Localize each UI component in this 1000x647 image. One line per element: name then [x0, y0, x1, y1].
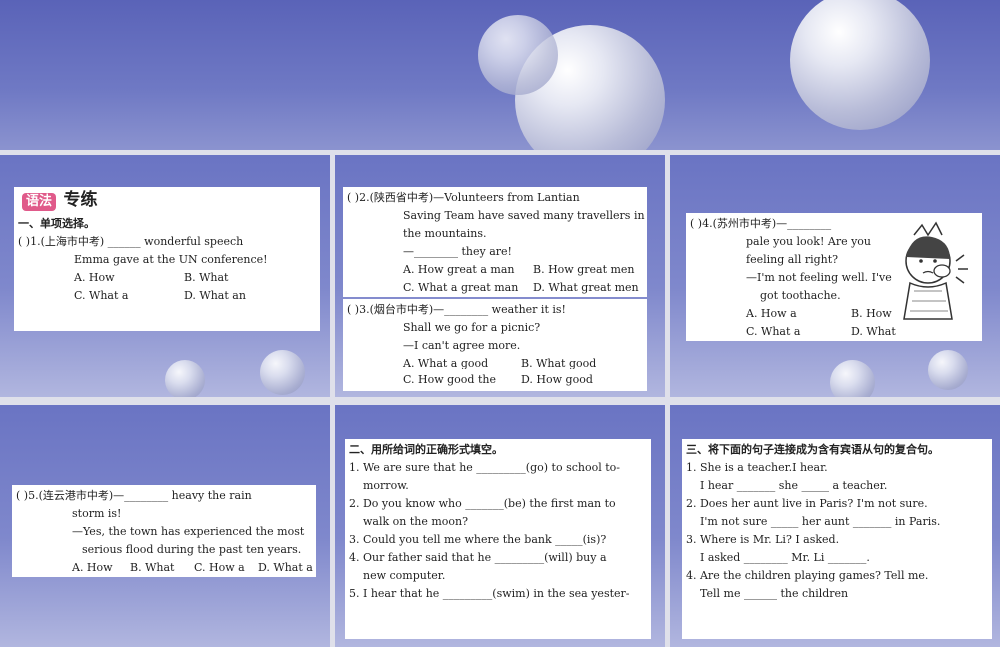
- page-title: 专练: [63, 190, 98, 210]
- option-c: C. How good the: [403, 373, 496, 386]
- slide-thumbnail-4[interactable]: ( )5.(连云港市中考)—________ heavy the rain st…: [0, 405, 330, 647]
- question-1: ( )1.(上海市中考) ______ wonderful speech: [18, 235, 244, 248]
- girl-toothache-illustration: [903, 221, 968, 320]
- question-2: ( )2.(陕西省中考)—Volunteers from Lantian: [347, 191, 580, 204]
- sentence-combine-card: 三、将下面的句子连接成为含有宾语从句的复合句。 1. She is a teac…: [682, 439, 992, 639]
- decorative-sphere-small: [478, 15, 558, 95]
- decorative-sphere: [260, 350, 305, 395]
- slide-thumbnail-3[interactable]: ( )4.(苏州市中考)—________ pale you look! Are…: [670, 155, 1000, 397]
- decorative-sphere: [165, 360, 205, 397]
- option-b: B. What: [184, 271, 229, 284]
- option-d: D. What an: [184, 289, 246, 302]
- option-a: A. How a: [746, 307, 797, 320]
- question-card-overflow: C. How good the D. How good: [343, 369, 647, 391]
- grammar-tag: 语法: [22, 193, 57, 211]
- option-c: C. What a: [74, 289, 129, 302]
- option-d: D. How good: [521, 373, 593, 386]
- option-c: C. How a: [194, 561, 245, 574]
- slide-thumbnail-2[interactable]: ( )2.(陕西省中考)—Volunteers from Lantian Sav…: [335, 155, 665, 397]
- slide-thumbnail-1[interactable]: 语法 专练 一、单项选择。 ( )1.(上海市中考) ______ wonder…: [0, 155, 330, 397]
- decorative-sphere-right: [790, 0, 930, 130]
- decorative-sphere: [830, 360, 875, 397]
- section-heading: 三、将下面的句子连接成为含有宾语从句的复合句。: [686, 443, 939, 456]
- question-card: ( )5.(连云港市中考)—________ heavy the rain st…: [12, 485, 316, 577]
- option-a: A. How: [72, 561, 113, 574]
- option-b: B. How: [851, 307, 892, 320]
- slide-thumbnail-5[interactable]: 二、用所给词的正确形式填空。 1. We are sure that he __…: [335, 405, 665, 647]
- question-card: ( )4.(苏州市中考)—________ pale you look! Are…: [686, 213, 982, 341]
- option-b: B. What: [130, 561, 175, 574]
- option-d: D. What: [851, 325, 896, 338]
- section-heading: 二、用所给词的正确形式填空。: [349, 443, 503, 456]
- section-heading: 一、单项选择。: [18, 217, 95, 230]
- option-d: D. What a: [258, 561, 313, 574]
- slide-thumbnail-6[interactable]: 三、将下面的句子连接成为含有宾语从句的复合句。 1. She is a teac…: [670, 405, 1000, 647]
- question-3: ( )3.(烟台市中考)—________ weather it is!: [347, 303, 566, 316]
- option-a: A. How: [74, 271, 115, 284]
- fill-in-card: 二、用所给词的正确形式填空。 1. We are sure that he __…: [345, 439, 651, 639]
- option-c: C. What a: [746, 325, 801, 338]
- option-d: D. What great men: [533, 281, 639, 294]
- option-c: C. What a great man: [403, 281, 519, 294]
- decorative-sphere: [928, 350, 968, 390]
- option-b: B. How great men: [533, 263, 635, 276]
- question-5: ( )5.(连云港市中考)—________ heavy the rain: [16, 489, 252, 502]
- question-card: 语法 专练 一、单项选择。 ( )1.(上海市中考) ______ wonder…: [14, 187, 320, 331]
- option-a: A. How great a man: [403, 263, 515, 276]
- header-banner: [0, 0, 1000, 150]
- question-card: ( )2.(陕西省中考)—Volunteers from Lantian Sav…: [343, 187, 647, 297]
